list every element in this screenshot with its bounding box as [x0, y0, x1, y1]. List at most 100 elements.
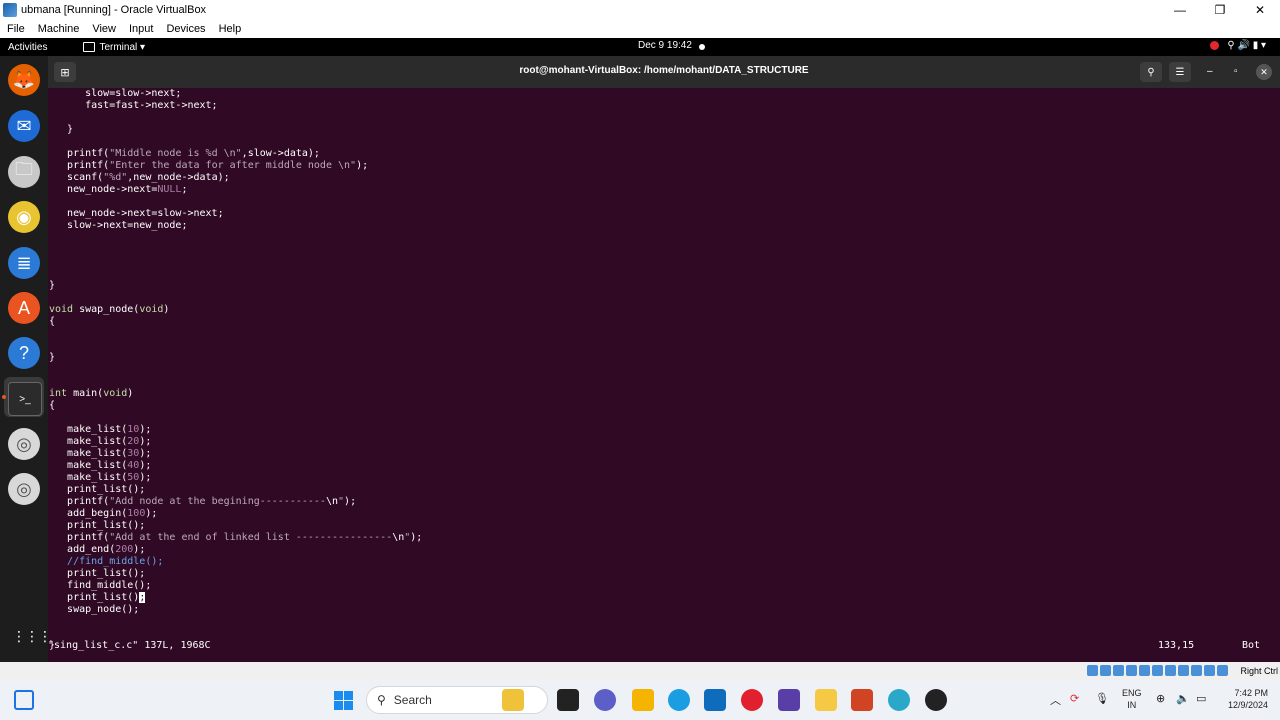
code-token: ,new_node->data);	[127, 172, 230, 183]
sync-app-icon[interactable]	[888, 689, 910, 711]
network-globe-icon[interactable]: ⊕	[1156, 692, 1165, 705]
code-line: scanf("%d",new_node->data);	[49, 172, 422, 184]
shared-folder-icon[interactable]	[1152, 665, 1163, 676]
hamburger-menu-button[interactable]: ☰	[1169, 62, 1191, 82]
task-view-icon[interactable]	[557, 689, 579, 711]
teams-chat-icon[interactable]	[594, 689, 616, 711]
code-token: }	[49, 280, 56, 291]
terminal-minimize-button[interactable]: –	[1207, 66, 1213, 77]
display-icon[interactable]	[1165, 665, 1176, 676]
code-token: slow->next=new_node;	[49, 220, 188, 231]
microphone-icon[interactable]: 🎙	[1095, 692, 1109, 705]
code-line: printf("Middle node is %d \n",slow->data…	[49, 148, 422, 160]
code-line: new_node->next=slow->next;	[49, 208, 422, 220]
cpu-icon[interactable]	[1191, 665, 1202, 676]
disc-icon-2[interactable]: ◎	[8, 473, 40, 505]
code-token: {	[49, 400, 56, 411]
show-apps-grid-icon[interactable]: ⋮⋮⋮	[12, 628, 52, 645]
code-line: slow->next=new_node;	[49, 220, 422, 232]
terminal-body[interactable]: slow=slow->next; fast=fast->next->next; …	[48, 88, 1280, 662]
code-token: NULL	[157, 184, 182, 195]
taskbar-app-active-icon[interactable]	[815, 689, 837, 711]
code-token: printf(	[49, 160, 110, 171]
taskbar-search-placeholder: Search	[393, 693, 432, 707]
code-line: printf("Enter the data for after middle …	[49, 160, 422, 172]
app-center-icon[interactable]: A	[8, 292, 40, 324]
terminal-app-menu[interactable]: Terminal ▾	[83, 42, 145, 53]
menu-machine[interactable]: Machine	[38, 23, 80, 35]
minimize-button[interactable]: —	[1160, 0, 1200, 19]
code-line: //find_middle();	[49, 556, 422, 568]
disc-icon[interactable]: ◎	[8, 428, 40, 460]
code-token: int	[49, 388, 68, 399]
recording-icon[interactable]	[1178, 665, 1189, 676]
files-icon[interactable]: 🗀	[8, 156, 40, 188]
code-token: make_list(	[49, 460, 128, 471]
code-line: new_node->next=NULL;	[49, 184, 422, 196]
rhythmbox-icon[interactable]: ◉	[8, 201, 40, 233]
code-token: make_list(	[49, 472, 128, 483]
firefox-icon[interactable]: 🦊	[8, 64, 40, 96]
mouse-integration-icon[interactable]	[1204, 665, 1215, 676]
edge-browser-icon[interactable]	[668, 689, 690, 711]
menu-devices[interactable]: Devices	[166, 23, 205, 35]
window-title: ubmana [Running] - Oracle VirtualBox	[21, 3, 207, 16]
code-token: "Enter the data for after middle node \n…	[109, 160, 357, 171]
language-indicator[interactable]: ENG IN	[1122, 687, 1142, 711]
notification-app-icon[interactable]	[925, 689, 947, 711]
code-line: {	[49, 316, 422, 328]
system-menu[interactable]: ⚲ 🔊 ▮ ▾	[1210, 40, 1266, 51]
powerpoint-icon[interactable]	[851, 689, 873, 711]
widgets-icon[interactable]	[14, 690, 34, 710]
restore-button[interactable]: ❐	[1200, 0, 1240, 19]
code-token: add_end(	[49, 544, 116, 555]
usb-icon[interactable]	[1139, 665, 1150, 676]
tray-chevron-icon[interactable]: ︿	[1050, 692, 1061, 708]
code-token: print_list();	[49, 484, 146, 495]
code-token: print_list(	[49, 592, 134, 603]
help-icon[interactable]: ?	[8, 337, 40, 369]
volume-icon[interactable]: 🔈	[1176, 692, 1190, 705]
keyboard-capture-icon[interactable]	[1217, 665, 1228, 676]
code-token: \n	[325, 496, 339, 507]
visual-studio-icon[interactable]	[778, 689, 800, 711]
menu-file[interactable]: File	[7, 23, 25, 35]
taskbar-clock[interactable]: 7:42 PM 12/9/2024	[1220, 687, 1268, 711]
writer-icon[interactable]: ≣	[8, 247, 40, 279]
terminal-title: root@mohant-VirtualBox: /home/mohant/DAT…	[519, 65, 809, 76]
hdd-icon[interactable]	[1087, 665, 1098, 676]
code-token: new_node->next=slow->next;	[49, 208, 224, 219]
vim-scroll-position: Bot	[1242, 640, 1261, 651]
terminal-maximize-button[interactable]: ▫	[1234, 66, 1238, 77]
activities-button[interactable]: Activities	[8, 42, 47, 53]
opera-browser-icon[interactable]	[741, 689, 763, 711]
menu-help[interactable]: Help	[219, 23, 242, 35]
code-token: );	[139, 448, 152, 459]
menu-input[interactable]: Input	[129, 23, 153, 35]
battery-icon[interactable]: ▭	[1196, 692, 1206, 705]
code-token: 40	[127, 460, 140, 471]
file-explorer-icon[interactable]	[632, 689, 654, 711]
windows-start-icon[interactable]	[334, 691, 353, 710]
tray-sync-icon[interactable]: ⟳	[1070, 692, 1079, 705]
code-token: make_list(	[49, 436, 128, 447]
audio-icon[interactable]	[1113, 665, 1124, 676]
close-button[interactable]: ✕	[1240, 0, 1280, 19]
microsoft-store-icon[interactable]	[704, 689, 726, 711]
thunderbird-icon[interactable]: ✉	[8, 110, 40, 142]
system-clock[interactable]: Dec 9 19:42	[638, 40, 692, 51]
copilot-art-icon[interactable]	[502, 689, 524, 711]
optical-drive-icon[interactable]	[1100, 665, 1111, 676]
code-token: make_list(	[49, 424, 128, 435]
code-token: new_node->next=	[49, 184, 158, 195]
code-token: swap_node(	[73, 304, 140, 315]
search-button[interactable]: ⚲	[1140, 62, 1162, 82]
terminal-close-button[interactable]: ✕	[1256, 64, 1272, 80]
virtualbox-titlebar: ubmana [Running] - Oracle VirtualBox — ❐…	[0, 0, 1280, 19]
network-icon[interactable]	[1126, 665, 1137, 676]
menu-view[interactable]: View	[92, 23, 116, 35]
terminal-icon[interactable]: >_	[8, 382, 42, 416]
vim-editor-text[interactable]: slow=slow->next; fast=fast->next->next; …	[49, 88, 422, 652]
